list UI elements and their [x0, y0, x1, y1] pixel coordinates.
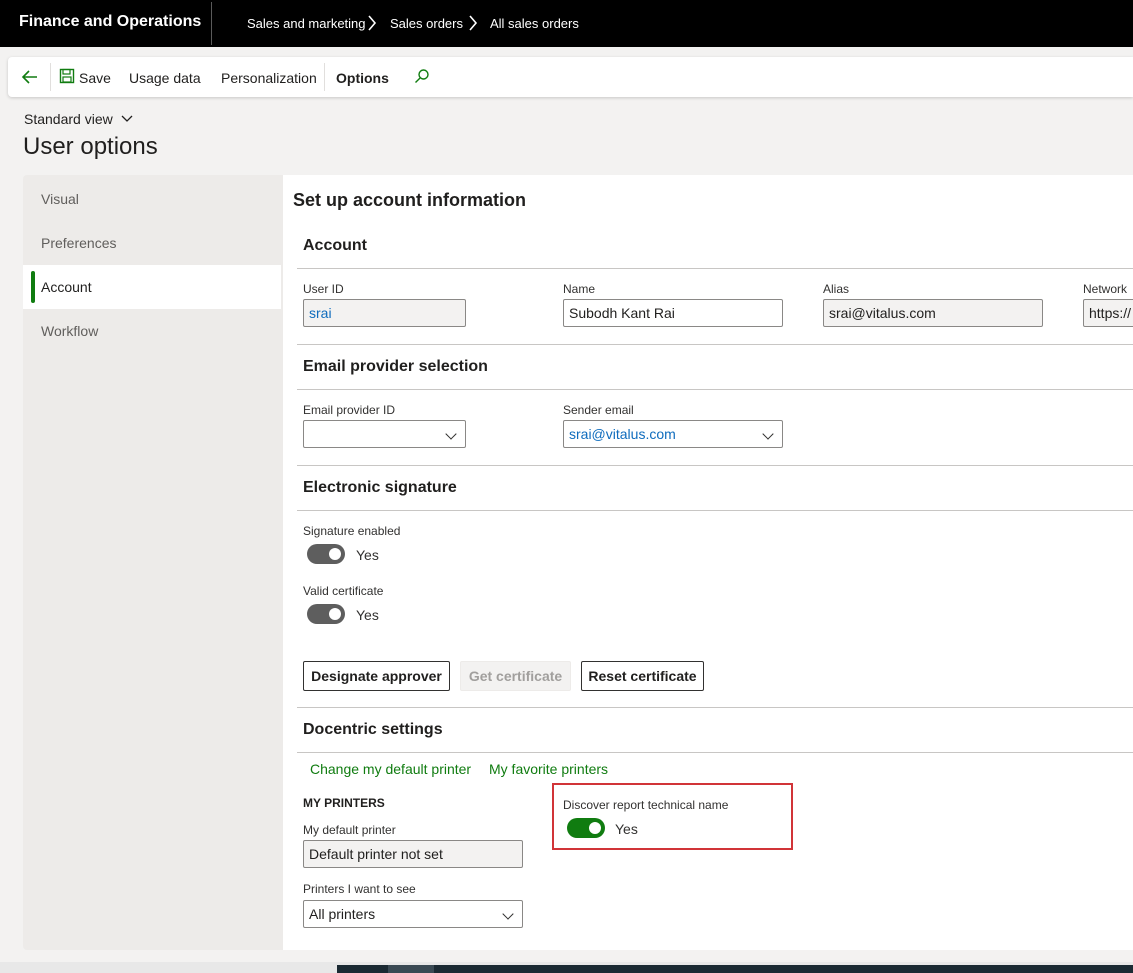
- save-icon[interactable]: [59, 68, 75, 89]
- network-field[interactable]: https://: [1083, 299, 1133, 327]
- back-arrow-icon[interactable]: [20, 67, 40, 92]
- user-id-label: User ID: [303, 282, 344, 296]
- chevron-down-icon: [121, 115, 133, 122]
- nav-item-label: Visual: [41, 191, 79, 207]
- signature-enabled-label: Signature enabled: [303, 524, 401, 538]
- section-divider: [297, 465, 1133, 466]
- taskbar-button[interactable]: [388, 965, 434, 973]
- options-nav: Visual Preferences Account Workflow: [23, 175, 283, 950]
- toggle-knob: [329, 548, 341, 560]
- my-printers-heading: MY PRINTERS: [303, 796, 385, 810]
- top-bar: Finance and Operations Sales and marketi…: [0, 0, 1133, 47]
- chevron-down-icon: [762, 428, 774, 440]
- printers-to-see-label: Printers I want to see: [303, 882, 416, 896]
- nav-item-account[interactable]: Account: [23, 265, 281, 309]
- docentric-section-title[interactable]: Docentric settings: [303, 721, 443, 739]
- valid-certificate-toggle[interactable]: [307, 604, 345, 624]
- sender-email-select[interactable]: srai@vitalus.com: [563, 420, 783, 448]
- alias-field[interactable]: srai@vitalus.com: [823, 299, 1043, 327]
- default-printer-label: My default printer: [303, 823, 396, 837]
- usage-data-button[interactable]: Usage data: [129, 70, 201, 86]
- sender-email-label: Sender email: [563, 403, 634, 417]
- nav-item-visual[interactable]: Visual: [23, 177, 281, 221]
- action-toolbar: Save Usage data Personalization Options: [8, 57, 1133, 97]
- options-tab[interactable]: Options: [336, 70, 389, 86]
- section-divider: [297, 707, 1133, 708]
- change-default-printer-link[interactable]: Change my default printer: [310, 761, 471, 777]
- name-field[interactable]: Subodh Kant Rai: [563, 299, 783, 327]
- nav-item-preferences[interactable]: Preferences: [23, 221, 281, 265]
- nav-item-label: Preferences: [41, 235, 117, 251]
- signature-enabled-value: Yes: [356, 547, 379, 563]
- taskbar: [337, 965, 1133, 973]
- toolbar-divider: [50, 63, 51, 91]
- section-divider: [297, 389, 1133, 390]
- chevron-down-icon: [445, 428, 457, 440]
- toolbar-divider: [324, 63, 325, 91]
- section-divider: [297, 268, 1133, 269]
- top-bar-divider: [211, 2, 212, 45]
- sender-email-value: srai@vitalus.com: [569, 426, 676, 442]
- breadcrumb-chevron-icon: [367, 13, 377, 38]
- reset-certificate-button[interactable]: Reset certificate: [581, 661, 704, 691]
- toggle-knob: [329, 608, 341, 620]
- breadcrumb-chevron-icon: [468, 13, 478, 38]
- signature-enabled-toggle[interactable]: [307, 544, 345, 564]
- valid-certificate-label: Valid certificate: [303, 584, 384, 598]
- name-label: Name: [563, 282, 596, 296]
- printers-to-see-value: All printers: [309, 906, 376, 922]
- section-divider: [297, 510, 1133, 511]
- section-divider: [297, 752, 1133, 753]
- printers-to-see-select[interactable]: All printers: [303, 900, 523, 928]
- email-provider-select[interactable]: [303, 420, 466, 448]
- account-section-title[interactable]: Account: [303, 237, 367, 255]
- personalization-button[interactable]: Personalization: [221, 70, 317, 86]
- alias-label: Alias: [823, 282, 850, 296]
- view-selector[interactable]: Standard view: [24, 111, 133, 127]
- section-divider: [297, 344, 1133, 345]
- favorite-printers-link[interactable]: My favorite printers: [489, 761, 608, 777]
- breadcrumb-sales-marketing[interactable]: Sales and marketing: [247, 16, 366, 31]
- network-label: Network: [1083, 282, 1128, 296]
- nav-item-label: Account: [41, 279, 92, 295]
- save-button[interactable]: Save: [79, 70, 111, 86]
- default-printer-field[interactable]: Default printer not set: [303, 840, 523, 868]
- highlight-box: [552, 783, 793, 850]
- designate-approver-button[interactable]: Designate approver: [303, 661, 450, 691]
- email-provider-label: Email provider ID: [303, 403, 396, 417]
- get-certificate-button[interactable]: Get certificate: [460, 661, 571, 691]
- chevron-down-icon: [502, 908, 514, 920]
- nav-item-label: Workflow: [41, 323, 99, 339]
- app-title[interactable]: Finance and Operations: [19, 13, 201, 31]
- section-heading: Set up account information: [293, 190, 527, 210]
- active-indicator: [31, 271, 35, 303]
- page-title: User options: [23, 133, 158, 160]
- breadcrumb-all-sales-orders[interactable]: All sales orders: [490, 16, 579, 31]
- user-id-field[interactable]: srai: [303, 299, 466, 327]
- search-icon[interactable]: [414, 68, 430, 89]
- valid-certificate-value: Yes: [356, 607, 379, 623]
- email-section-title[interactable]: Email provider selection: [303, 358, 488, 376]
- view-selector-label: Standard view: [24, 111, 113, 127]
- nav-item-workflow[interactable]: Workflow: [23, 309, 281, 353]
- signature-section-title[interactable]: Electronic signature: [303, 479, 457, 497]
- breadcrumb-sales-orders[interactable]: Sales orders: [390, 16, 463, 31]
